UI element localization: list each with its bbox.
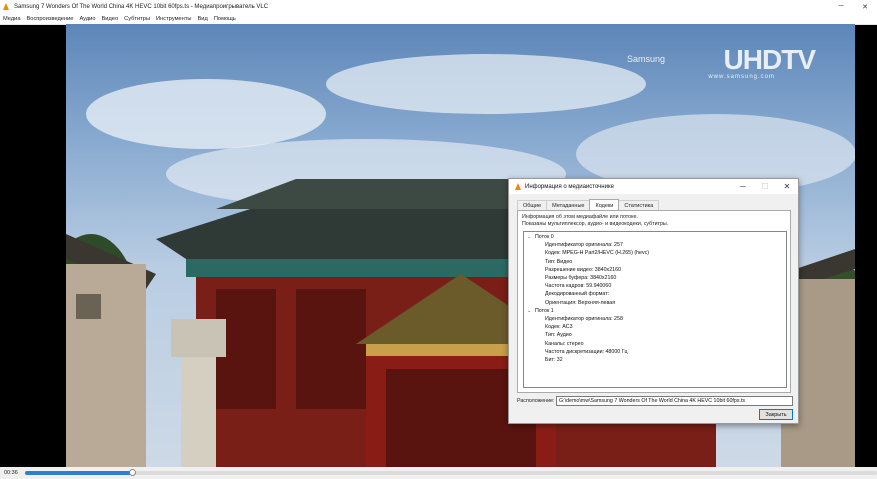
description-line-2: Показаны мультиплексор, аудио- и видеоко… (522, 221, 669, 227)
tree-property: Декодированный формат: (545, 291, 610, 298)
menu-tools[interactable]: Инструменты (153, 16, 194, 22)
menu-subtitles[interactable]: Субтитры (121, 16, 153, 22)
tree-property: Разрешение видео: 3840x2160 (545, 266, 621, 273)
tree-property: Размеры буфера: 3840x2160 (545, 275, 617, 281)
tree-stream-label: Поток 0 (535, 234, 554, 240)
vlc-cone-icon (3, 3, 9, 10)
menu-view[interactable]: Вид (195, 16, 211, 22)
watermark-brand: Samsung (626, 54, 665, 64)
panel-description: Информация об этом медиафайле или потоке… (522, 214, 668, 228)
tree-property: Кодек: MPEG-H Part2/HEVC (H.265) (hevc) (545, 250, 650, 257)
tree-property: Кодек: AC3 (545, 324, 573, 331)
location-field[interactable]: G:\demo\mw\Samsung 7 Wonders Of The Worl… (556, 396, 793, 406)
close-button[interactable]: Закрыть (759, 409, 793, 420)
dialog-tabs: Общие Метаданные Кодеки Статистика (517, 199, 660, 211)
tree-stream-1[interactable]: ⌄ Поток 1 (527, 307, 554, 315)
description-line-1: Информация об этом медиафайле или потоке… (522, 214, 638, 220)
tree-property: Идентификатор оригинала: 258 (545, 316, 623, 322)
elapsed-time: 00:36 (4, 470, 18, 476)
tree-property: Частота дискретизации: 48000 Гц (545, 348, 628, 355)
tree-stream-label: Поток 1 (535, 307, 554, 314)
tree-property: Бит: 32 (545, 357, 563, 363)
window-controls: ─ ✕ (829, 0, 877, 13)
vlc-cone-icon (515, 183, 521, 190)
seek-progress (25, 471, 133, 475)
tree-property: Тип: Аудио (545, 332, 572, 339)
codecs-panel: Информация об этом медиафайле или потоке… (517, 210, 791, 393)
minimize-icon[interactable]: ─ (732, 179, 754, 194)
tree-stream-0[interactable]: ⌄ Поток 0 (527, 233, 554, 241)
menu-video[interactable]: Видео (99, 16, 122, 22)
menu-media[interactable]: Медиа (0, 16, 24, 22)
watermark-site: www.samsung.com (708, 74, 775, 80)
close-icon[interactable]: ✕ (853, 0, 877, 13)
dialog-titlebar: Информация о медиаисточнике ─ ☐ ✕ (509, 179, 798, 194)
codec-tree[interactable]: ⌄ Поток 0 Идентификатор оригинала: 257 Коде… (523, 231, 787, 388)
window-titlebar: Samsung 7 Wonders Of The World China 4K … (0, 0, 877, 13)
window-title: Samsung 7 Wonders Of The World China 4K … (14, 3, 269, 10)
seek-handle[interactable] (129, 469, 137, 476)
menu-help[interactable]: Помощь (211, 16, 239, 22)
tree-property: Ориентация: Верхняя-левая (545, 299, 616, 306)
tree-property: Тип: Видео (545, 258, 573, 265)
chevron-down-icon[interactable]: ⌄ (527, 233, 535, 241)
tree-property: Идентификатор оригинала: 257 (545, 242, 623, 249)
seek-slider[interactable] (25, 469, 877, 476)
tree-property: Частота кадров: 59.940060 (545, 283, 612, 290)
menu-playback[interactable]: Воспроизведение (24, 16, 77, 22)
playback-bar: 00:36 (0, 467, 877, 479)
media-info-dialog: Информация о медиаисточнике ─ ☐ ✕ Общие … (508, 178, 799, 424)
tree-property: Каналы: стерео (545, 340, 584, 347)
chevron-down-icon[interactable]: ⌄ (527, 307, 535, 315)
maximize-icon: ☐ (761, 182, 769, 191)
dialog-title: Информация о медиаисточнике (525, 183, 614, 190)
watermark-logo: UHDTV (723, 44, 816, 75)
menu-audio[interactable]: Аудио (76, 16, 98, 22)
close-icon[interactable]: ✕ (776, 179, 798, 194)
dialog-window-controls: ─ ☐ ✕ (732, 179, 798, 194)
location-label: Расположение: (517, 398, 555, 404)
minimize-icon[interactable]: ─ (829, 0, 853, 13)
